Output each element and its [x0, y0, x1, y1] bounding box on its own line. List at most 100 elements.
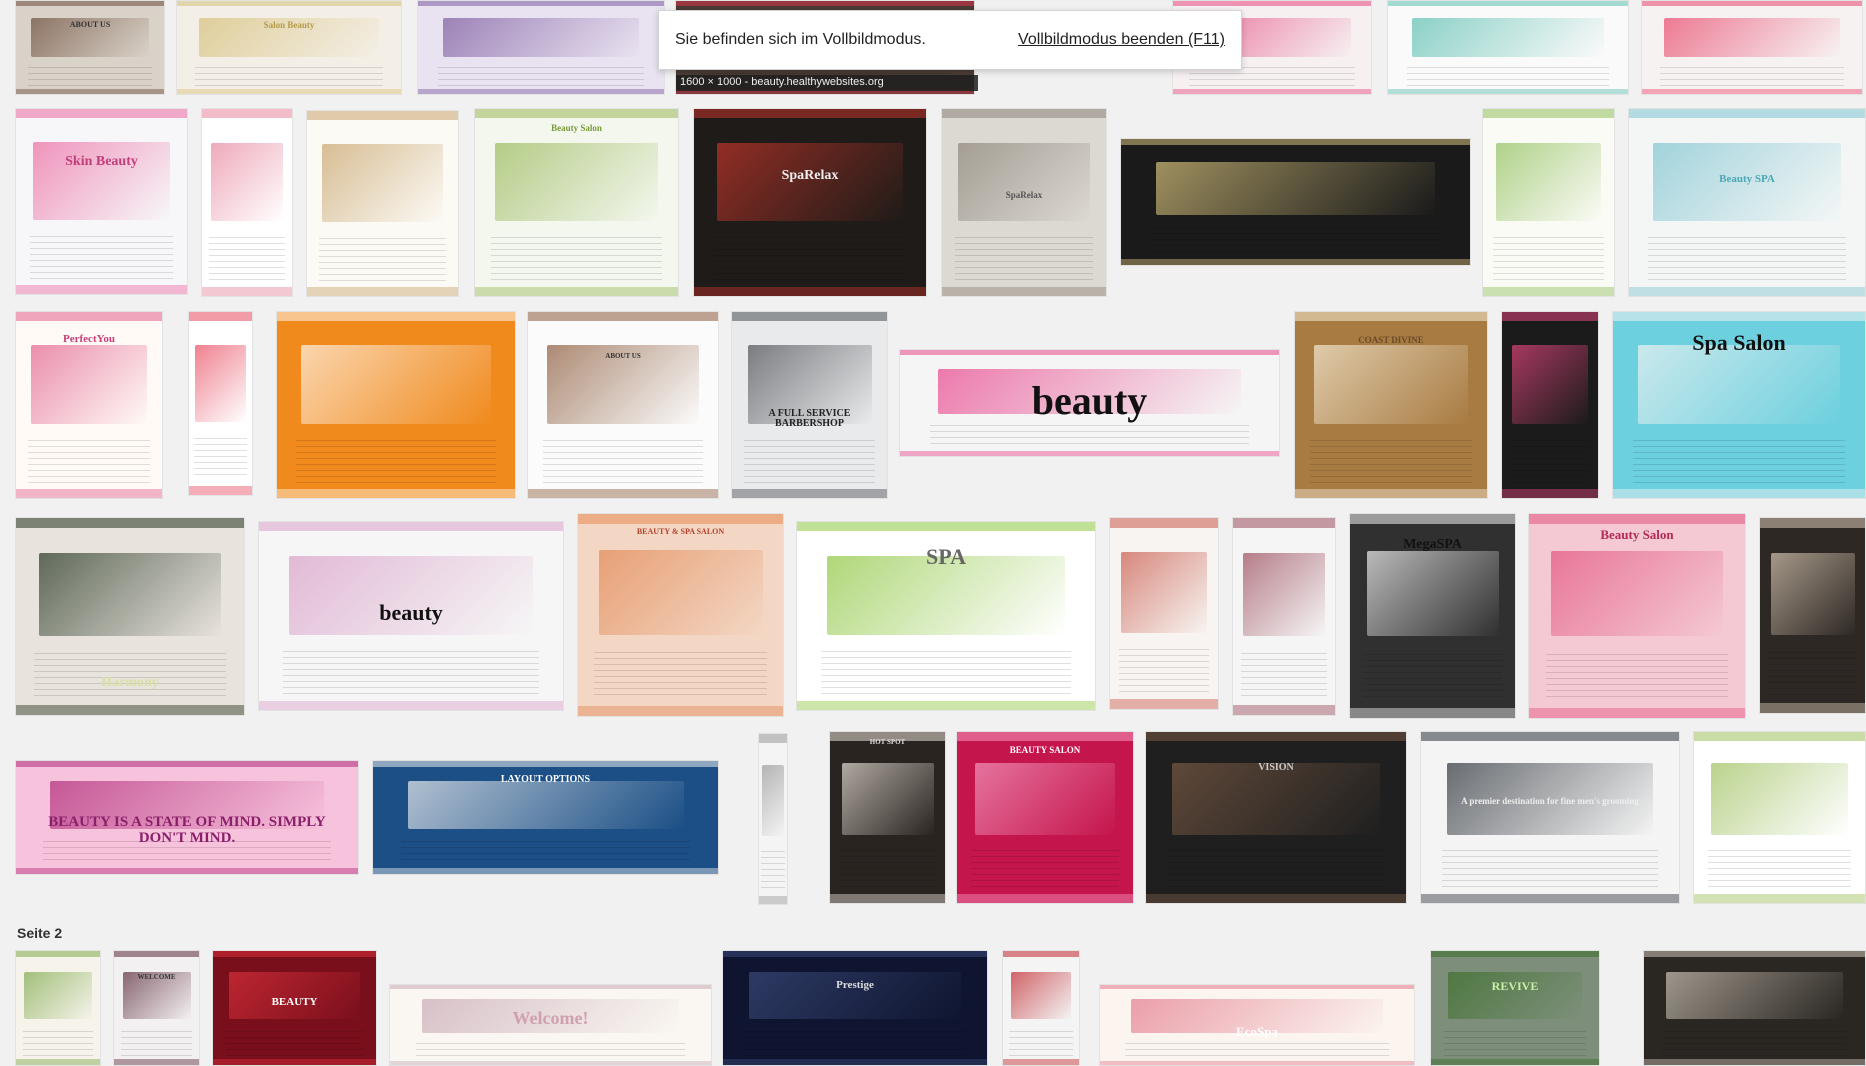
thumbnail-footer-bar	[1431, 1059, 1599, 1065]
result-thumbnail[interactable]: PerfectYou	[15, 311, 163, 499]
result-thumbnail[interactable]: VISION	[1145, 731, 1407, 904]
exit-fullscreen-link[interactable]: Vollbildmodus beenden (F11)	[1018, 31, 1225, 49]
thumbnail-hero-image	[841, 762, 934, 835]
result-thumbnail[interactable]: SpaRelax	[693, 108, 927, 297]
thumbnail-text-lines	[744, 434, 875, 484]
result-thumbnail[interactable]: ABOUT US	[527, 311, 719, 499]
result-thumbnail[interactable]	[1109, 517, 1219, 710]
thumbnail-header-bar	[1629, 109, 1865, 119]
thumbnail-header-bar	[1388, 1, 1628, 6]
fullscreen-message: Sie befinden sich im Vollbildmodus.	[675, 31, 926, 48]
thumbnail-footer-bar	[373, 868, 718, 874]
result-thumbnail[interactable]: A premier destination for fine men's gro…	[1420, 731, 1680, 904]
thumbnail-text-lines	[194, 432, 247, 481]
result-thumbnail[interactable]	[1643, 950, 1866, 1066]
result-thumbnail[interactable]: BEAUTY SALON	[956, 731, 1134, 904]
thumbnail-footer-bar	[1644, 1059, 1865, 1065]
thumbnail-hero-image	[1770, 553, 1855, 635]
thumbnail-text-lines	[283, 646, 539, 695]
result-thumbnail[interactable]: MegaSPA	[1349, 513, 1516, 719]
thumbnail-text-lines	[120, 1026, 193, 1056]
thumbnail-hero-image	[322, 144, 443, 222]
thumbnail-hero-image	[1243, 553, 1325, 637]
thumbnail-hero-image	[547, 345, 699, 424]
thumbnail-hero-image	[1652, 142, 1842, 222]
thumbnail-footer-bar	[390, 1061, 711, 1065]
result-thumbnail[interactable]	[1482, 108, 1615, 297]
result-thumbnail[interactable]: Beauty Salon	[474, 108, 679, 297]
thumbnail-header-bar	[189, 312, 252, 322]
thumbnail-header-bar	[732, 312, 887, 322]
result-thumbnail[interactable]: beauty	[258, 521, 564, 711]
result-thumbnail[interactable]	[758, 733, 788, 905]
result-thumbnail[interactable]: Skin Beauty	[15, 108, 188, 295]
thumbnail-text-lines	[1407, 62, 1609, 87]
result-thumbnail[interactable]	[1387, 0, 1629, 95]
thumbnail-hero-image	[826, 555, 1066, 635]
result-thumbnail[interactable]: EcoSpa	[1099, 984, 1415, 1066]
result-thumbnail[interactable]: Harmony	[15, 517, 245, 716]
thumbnail-text-lines	[1493, 232, 1604, 282]
thumbnail-footer-bar	[213, 1059, 376, 1065]
result-thumbnail[interactable]: BEAUTY & SPA SALON	[577, 513, 784, 717]
thumbnail-text-lines	[543, 434, 703, 484]
thumbnail-footer-bar	[16, 89, 164, 94]
result-thumbnail[interactable]	[1693, 731, 1866, 904]
thumbnail-footer-bar	[16, 868, 358, 874]
thumbnail-text-lines	[1546, 648, 1728, 702]
result-thumbnail[interactable]	[15, 950, 101, 1066]
thumbnail-footer-bar	[177, 89, 401, 94]
result-thumbnail[interactable]: Beauty Salon	[1528, 513, 1746, 719]
result-thumbnail[interactable]: COAST DIVINE	[1294, 311, 1488, 499]
thumbnail-footer-bar	[578, 705, 783, 716]
result-thumbnail[interactable]: BEAUTY	[212, 950, 377, 1066]
thumbnail-footer-bar	[1121, 258, 1470, 265]
result-thumbnail[interactable]: HOT SPOT	[829, 731, 946, 904]
result-thumbnail[interactable]	[1759, 517, 1866, 714]
thumbnail-hero-image	[1447, 971, 1583, 1020]
thumbnail-header-bar	[1483, 109, 1614, 119]
result-thumbnail[interactable]	[201, 108, 293, 297]
result-thumbnail[interactable]	[1002, 950, 1080, 1066]
result-thumbnail[interactable]	[1232, 517, 1336, 716]
result-thumbnail[interactable]	[306, 110, 459, 297]
result-thumbnail[interactable]: A FULL SERVICE BARBERSHOP	[731, 311, 888, 499]
thumbnail-footer-bar	[694, 286, 926, 296]
thumbnail-hero-image	[1550, 550, 1724, 637]
result-thumbnail[interactable]: Prestige	[722, 950, 988, 1066]
result-thumbnail[interactable]: beauty	[899, 349, 1280, 457]
result-thumbnail[interactable]: SPA	[796, 521, 1096, 711]
thumbnail-footer-bar	[259, 700, 563, 710]
thumbnail-header-bar	[957, 732, 1133, 741]
result-thumbnail[interactable]	[417, 0, 665, 95]
result-thumbnail[interactable]: SpaRelax	[941, 108, 1107, 297]
result-thumbnail[interactable]: Salon Beauty	[176, 0, 402, 95]
result-thumbnail[interactable]: Beauty SPA	[1628, 108, 1866, 297]
thumbnail-footer-bar	[16, 705, 244, 715]
thumbnail-hero-image	[1155, 161, 1436, 215]
thumbnail-text-lines	[226, 1026, 363, 1056]
result-thumbnail[interactable]: BEAUTY IS A STATE OF MIND. SIMPLY DON'T …	[15, 760, 359, 875]
result-thumbnail[interactable]: Welcome!	[389, 984, 712, 1066]
thumbnail-header-bar	[373, 761, 718, 767]
result-thumbnail[interactable]: REVIVE	[1430, 950, 1600, 1066]
thumbnail-header-bar	[16, 1, 164, 6]
thumbnail-text-lines	[1768, 646, 1857, 698]
thumbnail-text-lines	[594, 647, 767, 700]
thumbnail-footer-bar	[1003, 1059, 1079, 1065]
thumbnail-header-bar	[202, 109, 292, 119]
result-thumbnail[interactable]	[1120, 138, 1471, 266]
thumbnail-hero-image	[38, 553, 222, 637]
result-thumbnail[interactable]: LAYOUT OPTIONS	[372, 760, 719, 875]
thumbnail-hero-image	[1446, 762, 1654, 835]
result-thumbnail[interactable]: ABOUT US	[15, 0, 165, 95]
result-thumbnail[interactable]: Spa Salon	[1612, 311, 1866, 499]
result-thumbnail[interactable]	[276, 311, 516, 499]
result-thumbnail[interactable]	[1501, 311, 1599, 499]
thumbnail-header-bar	[1295, 312, 1487, 322]
result-thumbnail[interactable]	[188, 311, 253, 496]
thumbnail-text-lines	[1118, 644, 1210, 694]
thumbnail-footer-bar	[900, 450, 1279, 456]
result-thumbnail[interactable]: WELCOME	[113, 950, 200, 1066]
result-thumbnail[interactable]	[1641, 0, 1863, 95]
